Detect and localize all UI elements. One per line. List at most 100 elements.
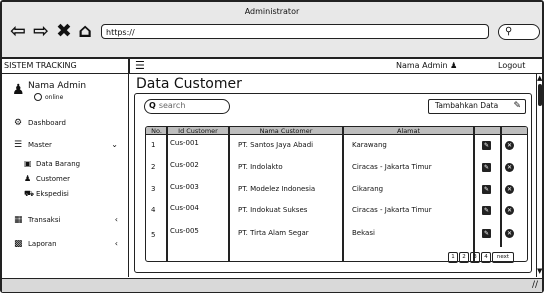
user-icon: ♟ [12, 82, 25, 98]
table-icon: ▦ [14, 215, 23, 225]
calendar-icon: ▩ [14, 239, 23, 249]
sidebar: ♟ Nama Admin online ⚙ Dashboard ☰ Master ⌄… [2, 74, 129, 277]
page-title: Data Customer [136, 76, 242, 92]
cell-nama: PT. Modelez Indonesia [238, 185, 316, 193]
search-placeholder: search [158, 101, 186, 110]
sidebar-item-transaksi[interactable]: ▦ Transaksi ‹ [14, 214, 126, 226]
cell-no: 3 [151, 185, 156, 193]
sidebar-subitem-ekspedisi[interactable]: ⛟ Ekspedisi [24, 188, 69, 199]
search-input[interactable]: Qsearch [144, 99, 230, 114]
url-bar[interactable]: https:// [101, 24, 489, 39]
cell-nama: PT. Indolakto [238, 163, 283, 171]
profile-name: Nama Admin [28, 81, 87, 91]
page-button[interactable]: 4 [481, 252, 491, 263]
cell-id: Cus-003 [170, 183, 199, 191]
cell-alamat: Bekasi [352, 229, 375, 237]
column-divider [228, 127, 230, 261]
customer-table: No. Id Customer Nama Customer Alamat 1 C… [145, 126, 528, 262]
column-divider [342, 127, 344, 261]
window-title: Administrator [244, 7, 300, 16]
topbar-divider [128, 59, 130, 73]
sidebar-subitem-customer[interactable]: ♟ Customer [24, 173, 70, 184]
cell-no: 1 [151, 141, 156, 149]
add-data-button[interactable]: Tambahkan Data ✎ [428, 99, 526, 114]
list-icon: ☰ [14, 140, 23, 150]
home-icon[interactable]: ⌂ [74, 20, 96, 42]
cell-alamat: Karawang [352, 141, 387, 149]
edit-icon[interactable]: ✎ [482, 229, 491, 238]
cell-alamat: Cikarang [352, 185, 384, 193]
edit-icon[interactable]: ✎ [482, 141, 491, 150]
status-bar: ∕∕ [2, 278, 542, 292]
cell-id: Cus-004 [170, 204, 199, 212]
cell-no: 5 [151, 231, 156, 239]
cell-no: 4 [151, 206, 156, 214]
page-button[interactable]: 1 [448, 252, 458, 263]
cell-nama: PT. Santos Jaya Abadi [238, 141, 314, 149]
chevron-left-icon: ‹ [114, 239, 118, 248]
pencil-icon: ✎ [513, 101, 521, 111]
table-header-id: Id Customer [167, 127, 229, 135]
column-divider [166, 127, 168, 261]
sidebar-item-label: Dashboard [28, 119, 66, 127]
topbar-user-name: Nama Admin [396, 61, 448, 70]
app-topbar: SISTEM TRACKING ☰ Nama Admin ♟ Logout [2, 59, 542, 74]
truck-icon: ⛟ [24, 189, 35, 198]
page-button[interactable]: 2 [459, 252, 469, 263]
delete-icon[interactable]: ✕ [505, 163, 514, 172]
close-icon[interactable]: ✖ [55, 20, 73, 42]
sidebar-subitem-data-barang[interactable]: ▣ Data Barang [24, 158, 80, 169]
cell-alamat: Ciracas - Jakarta Timur [352, 163, 432, 171]
resize-grip-icon[interactable]: ∕∕ [532, 279, 538, 292]
table-header-nama: Nama Customer [229, 127, 343, 135]
delete-icon[interactable]: ✕ [505, 141, 514, 150]
edit-icon[interactable]: ✎ [482, 163, 491, 172]
users-icon: ♟ [24, 174, 32, 183]
sidebar-item-label: Laporan [28, 240, 57, 248]
box-icon: ▣ [24, 159, 32, 168]
scroll-down-icon[interactable]: ▼ [537, 268, 542, 275]
edit-icon[interactable]: ✎ [482, 185, 491, 194]
scrollbar-thumb[interactable] [538, 84, 542, 106]
search-icon: Q [149, 101, 156, 110]
sidebar-subitem-label: Ekspedisi [36, 190, 69, 198]
logout-link[interactable]: Logout [498, 59, 525, 73]
app-window: Administrator ⇦ ⇨ ✖ ⌂ https:// ⚲ SISTEM … [0, 0, 544, 293]
profile-status: online [34, 93, 64, 101]
cell-nama: PT. Tirta Alam Segar [238, 229, 309, 237]
vertical-scrollbar[interactable]: ▲ ▼ [536, 74, 543, 277]
delete-icon[interactable]: ✕ [505, 229, 514, 238]
cell-id: Cus-001 [170, 139, 199, 147]
next-page-button[interactable]: next [492, 252, 514, 263]
pagination: 1 2 3 4 next [448, 252, 514, 263]
back-icon[interactable]: ⇦ [7, 20, 29, 42]
page-button[interactable]: 3 [470, 252, 480, 263]
column-divider [473, 127, 475, 261]
sidebar-subitem-label: Data Barang [36, 160, 81, 168]
sidebar-item-master[interactable]: ☰ Master ⌄ [14, 139, 126, 151]
profile-status-text: online [45, 94, 64, 101]
cell-id: Cus-005 [170, 227, 199, 235]
main-content: Data Customer Qsearch Tambahkan Data ✎ N… [130, 74, 535, 277]
chevron-down-icon: ⌄ [111, 140, 118, 149]
sidebar-item-dashboard[interactable]: ⚙ Dashboard [14, 117, 126, 129]
edit-icon[interactable]: ✎ [482, 206, 491, 215]
cell-id: Cus-002 [170, 161, 199, 169]
browser-search-button[interactable]: ⚲ [498, 24, 540, 40]
chevron-left-icon: ‹ [114, 215, 118, 224]
brand-name: SISTEM TRACKING [4, 61, 77, 70]
scroll-up-icon[interactable]: ▲ [537, 75, 542, 82]
sidebar-item-label: Transaksi [28, 216, 61, 224]
delete-icon[interactable]: ✕ [505, 185, 514, 194]
topbar-user[interactable]: Nama Admin ♟ [396, 59, 457, 73]
sidebar-item-label: Master [28, 141, 52, 149]
cell-nama: PT. Indokuat Sukses [238, 206, 308, 214]
menu-toggle-icon[interactable]: ☰ [135, 59, 145, 72]
cell-no: 2 [151, 163, 156, 171]
search-icon: ⚲ [505, 26, 513, 37]
sidebar-item-laporan[interactable]: ▩ Laporan ‹ [14, 238, 126, 250]
content-panel: Qsearch Tambahkan Data ✎ No. Id Customer… [134, 93, 532, 273]
delete-icon[interactable]: ✕ [505, 206, 514, 215]
dashboard-icon: ⚙ [14, 118, 23, 128]
forward-icon[interactable]: ⇨ [30, 20, 52, 42]
